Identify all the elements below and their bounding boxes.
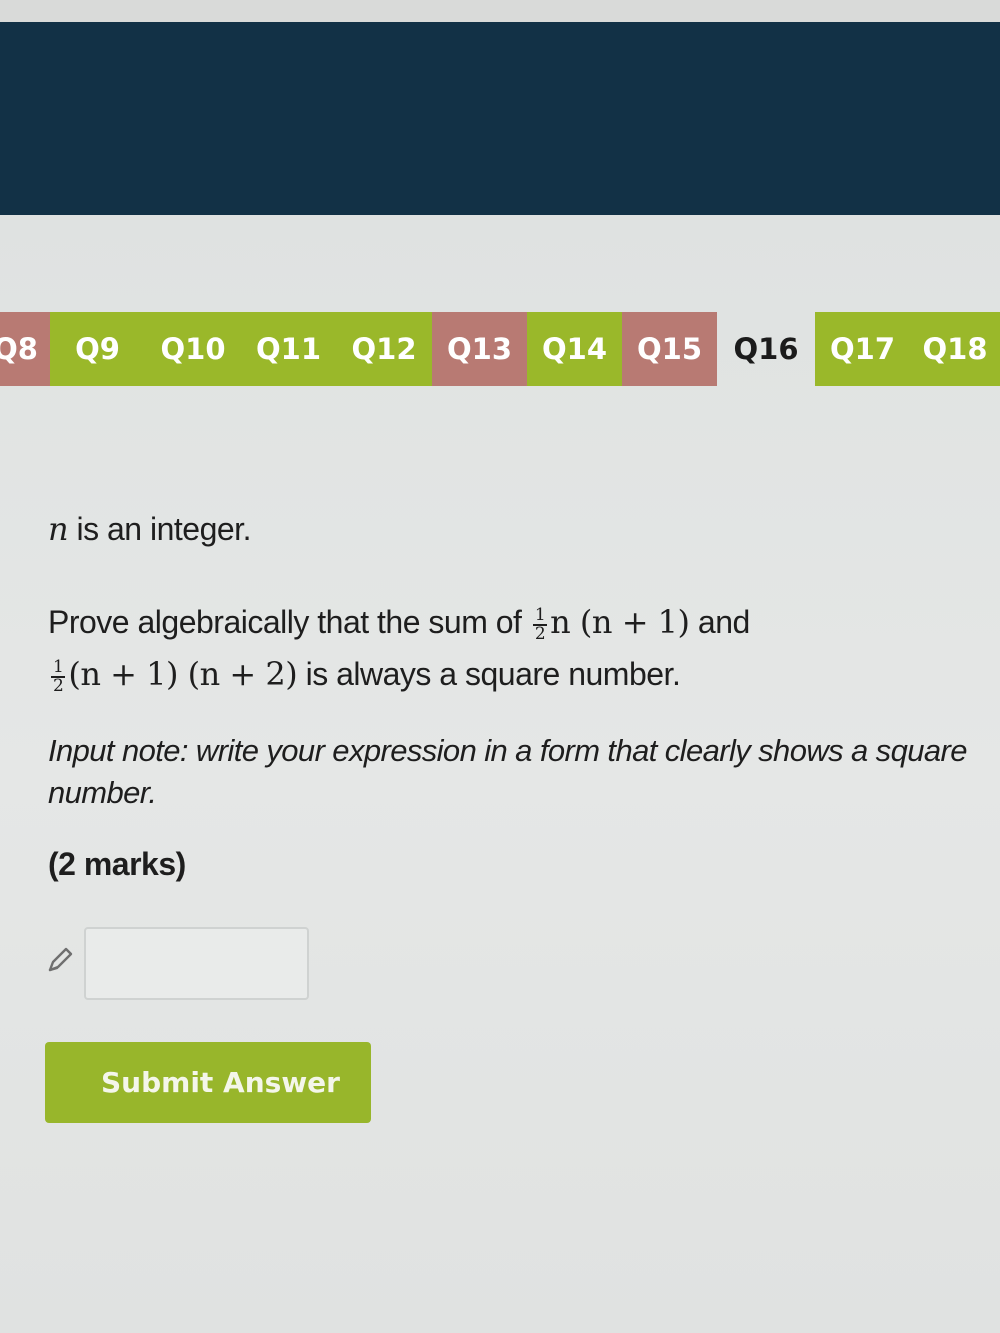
tab-label: Q10 [160,332,226,366]
question-prompt: Prove algebraically that the sum of 12n … [48,596,988,700]
tab-q14[interactable]: Q14 [527,312,622,386]
prompt-suffix: is always a square number. [297,656,681,692]
math-variable: n [48,510,69,548]
input-note: Input note: write your expression in a f… [48,733,967,810]
intro-text: is an integer. [68,511,252,547]
site-header [0,22,1000,215]
tab-label: Q11 [255,332,321,366]
question-intro: n is an integer. [48,510,988,548]
fraction-denominator: 2 [534,623,546,644]
question-navigation: Q8 Q9 Q10 Q11 Q12 Q13 Q14 Q15 Q16 Q17 Q1… [0,312,1000,386]
tab-label: Q13 [446,332,512,366]
tab-q12[interactable]: Q12 [336,312,432,386]
tab-q18[interactable]: Q18 [910,312,1000,386]
submit-answer-button[interactable]: Submit Answer [45,1042,371,1123]
browser-top-strip [0,0,1000,22]
tab-q13[interactable]: Q13 [432,312,527,386]
tab-q17[interactable]: Q17 [815,312,910,386]
tab-label: Q12 [351,332,417,366]
tab-label: Q15 [636,332,702,366]
tab-label: Q16 [733,332,799,366]
fraction-numerator: 1 [532,604,548,626]
tab-q9[interactable]: Q9 [50,312,145,386]
expression-a: n (n + 1) [550,603,690,641]
tab-label: Q14 [541,332,607,366]
answer-input[interactable] [84,927,309,1000]
prompt-prefix: Prove algebraically that the sum of [48,604,530,640]
expression-b: (n + 1) (n + 2) [68,655,298,693]
question-body: n is an integer. Prove algebraically tha… [48,510,988,883]
tab-q15[interactable]: Q15 [622,312,717,386]
fraction-denominator: 2 [53,675,64,696]
tab-q10[interactable]: Q10 [145,312,241,386]
tab-label: Q18 [922,332,988,366]
tab-label: Q8 [0,332,38,366]
tab-q16-current[interactable]: Q16 [717,312,815,386]
tab-label: Q9 [75,332,120,366]
fraction-half: 12 [51,656,66,696]
tab-label: Q17 [829,332,895,366]
fraction-half: 12 [532,604,548,644]
marks-label: (2 marks) [48,846,186,882]
tab-q11[interactable]: Q11 [241,312,336,386]
pencil-icon [45,945,75,975]
tab-q8[interactable]: Q8 [0,312,50,386]
and-text: and [689,604,750,640]
fraction-numerator: 1 [51,656,66,678]
